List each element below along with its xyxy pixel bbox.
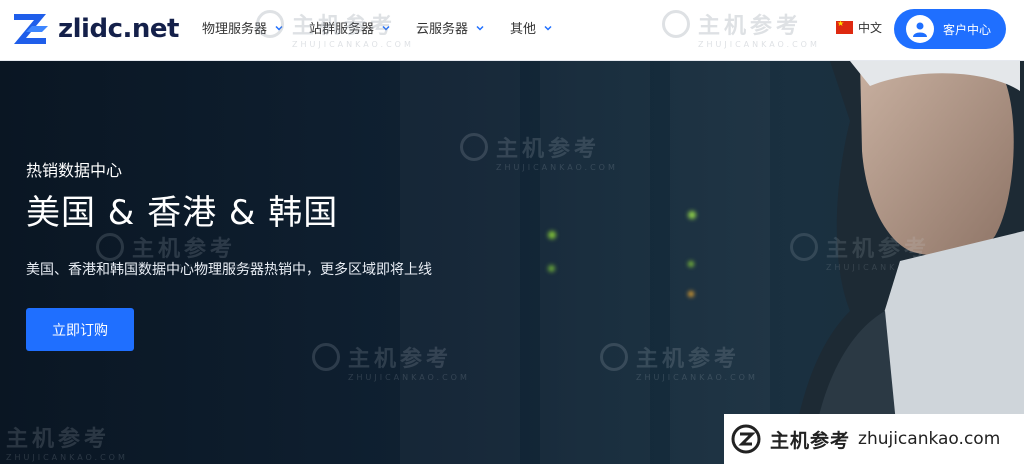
watermark-domain: ZHUJICANKAO.COM — [6, 453, 128, 462]
hero-description: 美国、香港和韩国数据中心物理服务器热销中，更多区域即将上线 — [26, 262, 432, 278]
chevron-down-icon — [275, 25, 283, 31]
hero-banner: 热销数据中心 美国 & 香港 & 韩国 美国、香港和韩国数据中心物理服务器热销中… — [0, 61, 1024, 464]
main-nav: 物理服务器 站群服务器 云服务器 其他 — [202, 18, 578, 37]
china-flag-icon — [836, 19, 853, 34]
server-light — [688, 291, 694, 297]
badge-cn-text: 主机参考 — [770, 429, 851, 452]
person-illustration — [790, 61, 1024, 464]
nav-item-label: 云服务器 — [416, 22, 469, 37]
watermark-header-2: 主机参考 ZHUJICANKAO.COM — [662, 8, 820, 49]
hero-title: 美国 & 香港 & 韩国 — [26, 193, 339, 233]
server-rack-shape — [670, 61, 770, 464]
nav-item-site-group-servers[interactable]: 站群服务器 — [309, 18, 390, 37]
badge-domain-text: zhujicankao.com — [858, 429, 1001, 449]
nav-item-physical-servers[interactable]: 物理服务器 — [202, 18, 283, 37]
watermark-text: 主机参考 — [6, 427, 111, 452]
logo-text: zlidc.net — [58, 14, 179, 44]
server-light — [548, 231, 556, 239]
user-avatar-icon — [906, 15, 934, 43]
nav-item-label: 其他 — [510, 22, 537, 37]
chevron-down-icon — [544, 25, 552, 31]
watermark-logo-icon — [96, 233, 124, 261]
site-logo[interactable]: zlidc.net — [12, 12, 179, 46]
server-rack-shape — [540, 61, 650, 464]
watermark-hero-6: 主机参考 ZHUJICANKAO.COM — [0, 421, 128, 462]
server-light — [688, 211, 696, 219]
top-navbar: zlidc.net 物理服务器 站群服务器 云服务器 其他 主机参考 ZHUJI… — [0, 0, 1024, 61]
chevron-down-icon — [382, 25, 390, 31]
watermark-text: 主机参考 — [698, 14, 803, 39]
language-selector[interactable]: 中文 — [836, 19, 882, 36]
site-watermark-badge: 主机参考 zhujicankao.com — [724, 414, 1024, 464]
watermark-domain: ZHUJICANKAO.COM — [292, 40, 414, 49]
zhujicankao-logo-icon — [731, 424, 761, 454]
watermark-logo-icon — [662, 10, 690, 38]
watermark-logo-icon — [312, 343, 340, 371]
nav-item-label: 物理服务器 — [202, 22, 268, 37]
watermark-domain: ZHUJICANKAO.COM — [698, 40, 820, 49]
server-light — [548, 265, 555, 272]
client-center-label: 客户中心 — [943, 22, 992, 37]
client-center-button[interactable]: 客户中心 — [894, 9, 1006, 49]
nav-item-other[interactable]: 其他 — [510, 18, 552, 37]
nav-item-label: 站群服务器 — [309, 22, 375, 37]
language-label: 中文 — [858, 21, 883, 35]
order-now-button[interactable]: 立即订购 — [26, 308, 134, 351]
chevron-down-icon — [476, 25, 484, 31]
server-light — [688, 261, 694, 267]
logo-z-icon — [14, 14, 48, 44]
nav-item-cloud-servers[interactable]: 云服务器 — [416, 18, 484, 37]
hero-subtitle: 热销数据中心 — [26, 161, 123, 180]
